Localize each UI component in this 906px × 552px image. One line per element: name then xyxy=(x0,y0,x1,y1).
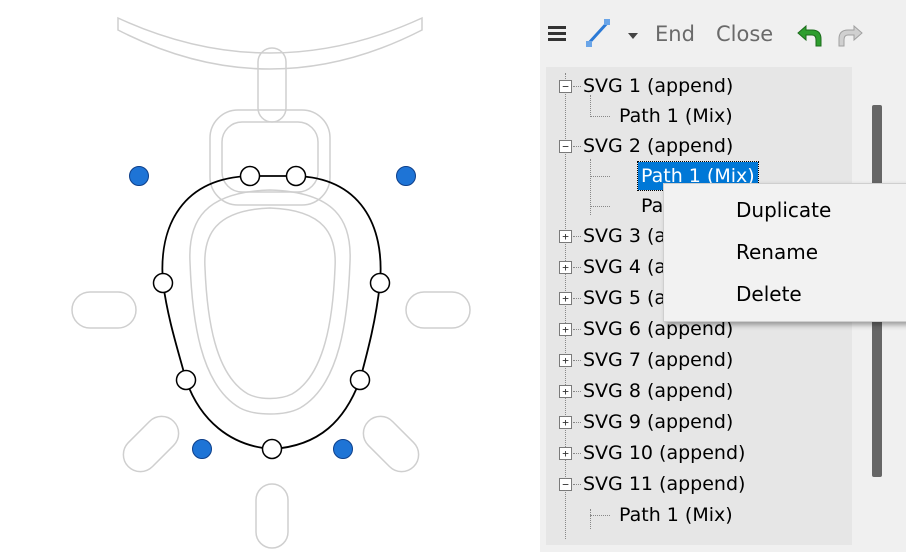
tree-connector xyxy=(590,515,610,516)
collapse-icon[interactable]: − xyxy=(559,80,572,93)
canvas-svg[interactable] xyxy=(0,0,540,552)
edited-path[interactable] xyxy=(161,175,382,450)
path-node xyxy=(285,165,307,187)
tree-connector xyxy=(590,206,610,207)
toolbar: End Close xyxy=(540,0,906,62)
selection-handle xyxy=(129,166,149,186)
expand-icon[interactable]: + xyxy=(559,292,572,305)
background-artwork xyxy=(71,16,471,549)
menu-item-delete[interactable]: Delete xyxy=(664,272,906,316)
tree-item-label: Path 1 (Mix) xyxy=(619,504,733,526)
tree-connector xyxy=(590,176,610,177)
context-menu: Duplicate Rename Delete xyxy=(663,183,906,322)
tree-connector xyxy=(590,509,591,529)
path-node xyxy=(175,369,197,391)
path-node xyxy=(349,369,371,391)
menu-item-label: Rename xyxy=(736,240,819,264)
expand-icon[interactable]: + xyxy=(559,385,572,398)
collapse-icon[interactable]: − xyxy=(559,140,572,153)
tree-item-label: SVG 9 (append) xyxy=(583,411,734,433)
collapse-icon[interactable]: − xyxy=(559,478,572,491)
path-node xyxy=(152,272,174,294)
selection-handle xyxy=(333,439,353,459)
redo-arrow-icon[interactable] xyxy=(836,22,864,48)
selection-handle xyxy=(192,439,212,459)
expand-icon[interactable]: + xyxy=(559,323,572,336)
tree-item-label: SVG 10 (append) xyxy=(583,442,746,464)
right-ray-outline xyxy=(405,291,471,329)
expand-icon[interactable]: + xyxy=(559,230,572,243)
tree-item-label: SVG 11 (append) xyxy=(583,473,746,495)
menu-item-label: Delete xyxy=(736,282,802,306)
undo-arrow-icon[interactable] xyxy=(796,22,824,48)
tree-item-label: SVG 1 (append) xyxy=(583,75,734,97)
selection-handle xyxy=(396,166,416,186)
lower-right-ray-outline xyxy=(362,415,420,473)
path-node xyxy=(239,165,261,187)
end-button[interactable]: End xyxy=(655,22,695,46)
tree-item-label: Path 1 (Mix) xyxy=(619,105,733,127)
path-node xyxy=(369,272,391,294)
tree-item-label: SVG 2 (append) xyxy=(583,135,734,157)
menu-item-label: Duplicate xyxy=(736,198,832,222)
pen-line-icon[interactable] xyxy=(584,18,612,48)
bottom-ray-outline xyxy=(255,483,289,549)
bulb-outer-outline xyxy=(189,189,351,415)
drawing-canvas[interactable] xyxy=(0,0,540,552)
caret-down-icon[interactable] xyxy=(628,33,638,39)
bulb-inner-outline xyxy=(204,207,336,400)
tree-item-label: SVG 8 (append) xyxy=(583,380,734,402)
menu-item-rename[interactable]: Rename xyxy=(664,230,906,274)
expand-icon[interactable]: + xyxy=(559,447,572,460)
tree-connector xyxy=(590,116,610,117)
hamburger-icon[interactable] xyxy=(548,26,568,42)
crescent-outline xyxy=(117,16,423,70)
expand-icon[interactable]: + xyxy=(559,354,572,367)
tree-item-label: SVG 7 (append) xyxy=(583,349,734,371)
expand-icon[interactable]: + xyxy=(559,416,572,429)
left-ray-outline xyxy=(71,291,137,329)
expand-icon[interactable]: + xyxy=(559,261,572,274)
top-stem-outline xyxy=(257,47,287,123)
menu-item-duplicate[interactable]: Duplicate xyxy=(664,188,906,232)
lower-left-ray-outline xyxy=(122,415,180,473)
close-button[interactable]: Close xyxy=(716,22,773,46)
path-node xyxy=(261,438,283,460)
